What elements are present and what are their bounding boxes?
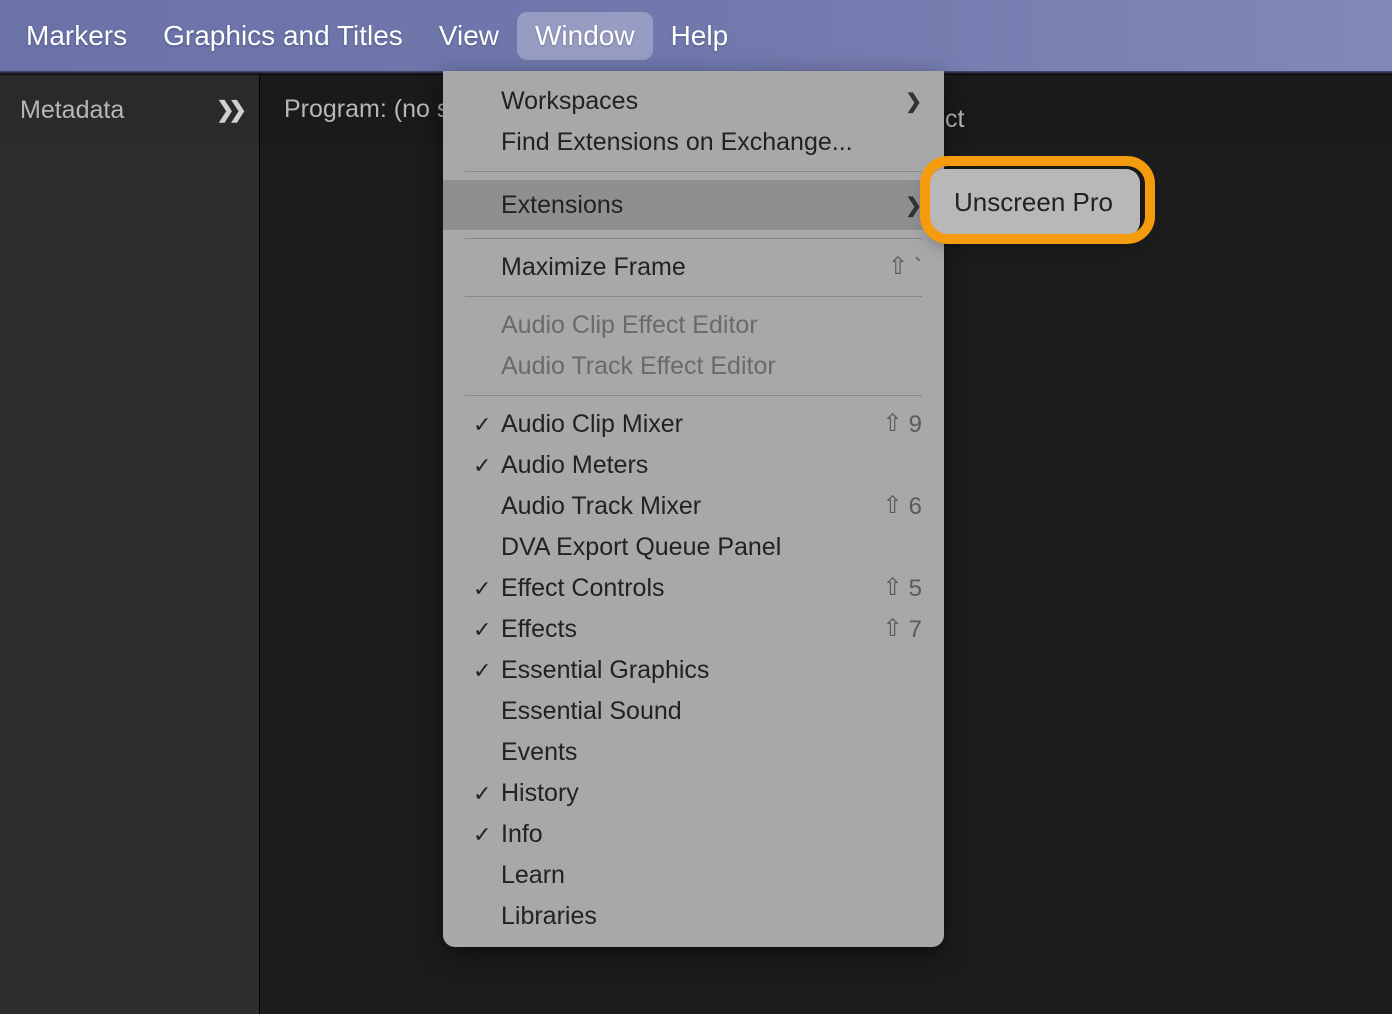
menu-markers[interactable]: Markers bbox=[8, 12, 145, 60]
menu-shortcut: ⇧ 6 bbox=[883, 492, 922, 521]
check-icon: ✓ bbox=[473, 617, 501, 643]
menu-item-label: Workspaces bbox=[501, 87, 905, 116]
menu-item-label: Audio Clip Mixer bbox=[501, 410, 883, 439]
menu-item-label: Audio Track Mixer bbox=[501, 492, 883, 521]
menu-item-workspaces[interactable]: Workspaces ❯ bbox=[443, 81, 944, 122]
menu-item-extensions[interactable]: Extensions ❯ bbox=[443, 180, 944, 230]
menu-item-history[interactable]: ✓ History bbox=[443, 773, 944, 814]
shift-key-icon: ⇧ bbox=[888, 252, 908, 281]
metadata-panel bbox=[0, 145, 260, 1014]
check-icon: ✓ bbox=[473, 576, 501, 602]
menu-item-audio-track-effect-editor: Audio Track Effect Editor bbox=[443, 346, 944, 387]
menu-item-audio-meters[interactable]: ✓ Audio Meters bbox=[443, 445, 944, 486]
menu-item-audio-clip-mixer[interactable]: ✓ Audio Clip Mixer ⇧ 9 bbox=[443, 404, 944, 445]
menu-item-label: Maximize Frame bbox=[501, 253, 888, 282]
menu-item-label: Extensions bbox=[501, 191, 905, 220]
shift-key-icon: ⇧ bbox=[883, 614, 903, 643]
menu-item-essential-graphics[interactable]: ✓ Essential Graphics bbox=[443, 650, 944, 691]
panel-menu-chevrons-icon[interactable]: ❯❯ bbox=[216, 97, 241, 123]
menubar: Markers Graphics and Titles View Window … bbox=[0, 0, 1392, 71]
menu-item-libraries[interactable]: Libraries bbox=[443, 896, 944, 937]
panel-tab-metadata[interactable]: Metadata ❯❯ bbox=[0, 75, 260, 145]
menu-shortcut: ⇧ 9 bbox=[883, 410, 922, 439]
menu-item-label: Info bbox=[501, 820, 922, 849]
window-dropdown: Workspaces ❯ Find Extensions on Exchange… bbox=[443, 71, 944, 947]
menu-item-effects[interactable]: ✓ Effects ⇧ 7 bbox=[443, 609, 944, 650]
menu-item-label: DVA Export Queue Panel bbox=[501, 533, 922, 562]
menu-item-maximize-frame[interactable]: Maximize Frame ⇧ ` bbox=[443, 247, 944, 288]
menu-item-label: Effect Controls bbox=[501, 574, 883, 603]
submenu-item-label: Unscreen Pro bbox=[954, 187, 1116, 218]
menu-item-label: Learn bbox=[501, 861, 922, 890]
menu-separator bbox=[465, 296, 922, 297]
submenu-arrow-icon: ❯ bbox=[905, 193, 922, 218]
menu-separator bbox=[465, 238, 922, 239]
menu-help[interactable]: Help bbox=[653, 12, 747, 60]
menu-item-label: Find Extensions on Exchange... bbox=[501, 128, 922, 157]
menu-shortcut: ⇧ 5 bbox=[883, 574, 922, 603]
menu-item-label: Audio Meters bbox=[501, 451, 922, 480]
shift-key-icon: ⇧ bbox=[883, 573, 903, 602]
check-icon: ✓ bbox=[473, 658, 501, 684]
menu-item-label: Events bbox=[501, 738, 922, 767]
menu-item-dva-export-queue[interactable]: DVA Export Queue Panel bbox=[443, 527, 944, 568]
menu-shortcut: ⇧ ` bbox=[888, 253, 922, 282]
menu-item-events[interactable]: Events bbox=[443, 732, 944, 773]
menu-view[interactable]: View bbox=[421, 12, 517, 60]
menu-item-find-extensions[interactable]: Find Extensions on Exchange... bbox=[443, 122, 944, 163]
menu-item-info[interactable]: ✓ Info bbox=[443, 814, 944, 855]
menu-item-label: Essential Sound bbox=[501, 697, 922, 726]
check-icon: ✓ bbox=[473, 453, 501, 479]
menu-item-label: Effects bbox=[501, 615, 883, 644]
shift-key-icon: ⇧ bbox=[883, 491, 903, 520]
check-icon: ✓ bbox=[473, 822, 501, 848]
tab-metadata-label: Metadata bbox=[20, 96, 124, 125]
menu-graphics-and-titles[interactable]: Graphics and Titles bbox=[145, 12, 421, 60]
menu-item-label: Audio Clip Effect Editor bbox=[501, 311, 922, 340]
menu-item-effect-controls[interactable]: ✓ Effect Controls ⇧ 5 bbox=[443, 568, 944, 609]
menu-item-label: History bbox=[501, 779, 922, 808]
menu-item-audio-clip-effect-editor: Audio Clip Effect Editor bbox=[443, 305, 944, 346]
right-panel-text-peek: ct bbox=[945, 105, 964, 134]
menu-separator bbox=[465, 171, 922, 172]
shift-key-icon: ⇧ bbox=[883, 409, 903, 438]
menu-item-learn[interactable]: Learn bbox=[443, 855, 944, 896]
check-icon: ✓ bbox=[473, 412, 501, 438]
menu-item-audio-track-mixer[interactable]: Audio Track Mixer ⇧ 6 bbox=[443, 486, 944, 527]
menu-shortcut: ⇧ 7 bbox=[883, 615, 922, 644]
menu-item-label: Essential Graphics bbox=[501, 656, 922, 685]
menu-item-essential-sound[interactable]: Essential Sound bbox=[443, 691, 944, 732]
submenu-item-unscreen-pro[interactable]: Unscreen Pro bbox=[930, 179, 1140, 226]
menu-separator bbox=[465, 395, 922, 396]
menu-window[interactable]: Window bbox=[517, 12, 653, 60]
menu-item-label: Audio Track Effect Editor bbox=[501, 352, 922, 381]
extensions-submenu: Unscreen Pro bbox=[930, 169, 1140, 236]
submenu-arrow-icon: ❯ bbox=[905, 89, 922, 114]
menu-item-label: Libraries bbox=[501, 902, 922, 931]
check-icon: ✓ bbox=[473, 781, 501, 807]
